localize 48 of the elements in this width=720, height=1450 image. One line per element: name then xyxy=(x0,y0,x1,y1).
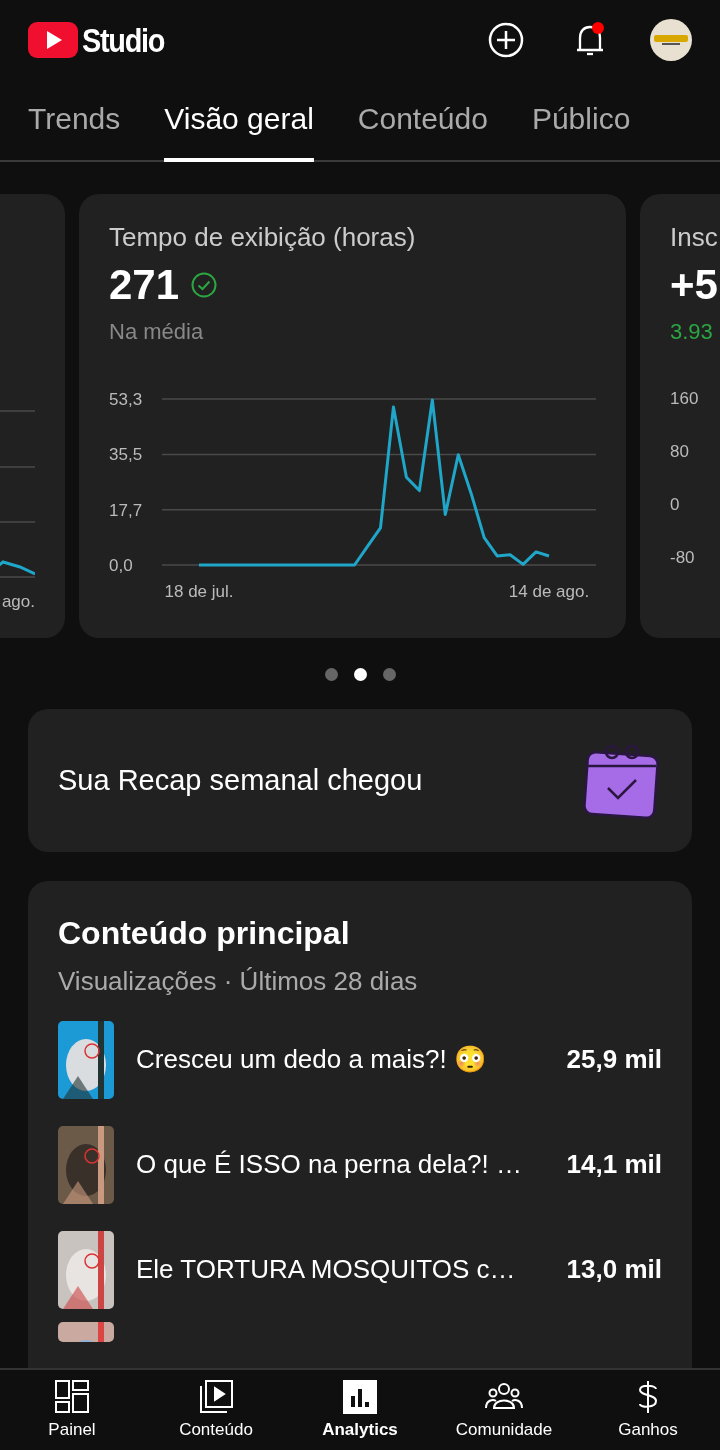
metric-card[interactable]: Tempo de exibição (horas) 271 Na média 0,0 17,7 35,5 53,3 18 de jul. 14 de ago. xyxy=(79,194,626,638)
y-axis-label: -80 xyxy=(670,548,696,568)
video-title[interactable]: O que É ISSO na perna dela?! … xyxy=(136,1149,545,1180)
section-title: Conteúdo principal xyxy=(58,915,351,952)
tab[interactable]: Trends xyxy=(28,80,121,162)
metric-status: Na média xyxy=(109,319,205,345)
nav-item[interactable]: Ganhos xyxy=(583,1370,713,1450)
y-axis-label: 35,5 xyxy=(109,445,143,465)
tab[interactable]: Visão geral xyxy=(164,80,314,162)
metric-value: 271 xyxy=(109,261,180,309)
nav-item[interactable]: Conteúdo xyxy=(151,1370,281,1450)
avatar[interactable] xyxy=(650,19,692,61)
nav-item[interactable]: Analytics xyxy=(295,1370,425,1450)
y-axis-label: 17,7 xyxy=(109,500,143,520)
view-count: 25,9 mil xyxy=(566,1044,662,1075)
view-count: 14,1 mil xyxy=(566,1149,662,1180)
metric-title: Tempo de exibição (horas) xyxy=(109,222,417,253)
logo-text: Studio xyxy=(82,20,165,60)
page-dot[interactable] xyxy=(324,668,338,681)
y-axis-label: 160 xyxy=(670,389,700,409)
y-axis-label: 80 xyxy=(670,442,690,462)
y-axis-label: 53,3 xyxy=(109,390,143,409)
page-dot[interactable] xyxy=(353,668,367,681)
analytics-icon xyxy=(340,1380,380,1414)
view-count: 13,0 mil xyxy=(566,1254,662,1285)
create-button[interactable] xyxy=(488,22,524,58)
nav-item[interactable]: Comunidade xyxy=(439,1370,569,1450)
y-axis-label: 0 xyxy=(670,495,681,515)
video-title[interactable]: Cresceu um dedo a mais?! 😳 xyxy=(136,1044,545,1075)
recap-card[interactable]: Sua Recap semanal chegou xyxy=(28,709,692,852)
tab[interactable]: Público xyxy=(531,80,631,162)
dashboard-icon xyxy=(52,1380,92,1414)
page-dot[interactable] xyxy=(382,668,396,681)
metric-change: 3.93 xyxy=(670,319,714,345)
metric-value: +5 xyxy=(670,261,718,309)
y-axis-label: 0,0 xyxy=(109,556,133,575)
metric-card[interactable]: ago. xyxy=(0,194,65,638)
video-title[interactable]: Ele TORTURA MOSQUITOS c… xyxy=(136,1254,545,1285)
section-subtitle: Visualizações · Últimos 28 dias xyxy=(58,966,419,997)
nav-item[interactable]: Painel xyxy=(7,1370,137,1450)
x-axis-label: ago. xyxy=(1,592,35,612)
tab[interactable]: Conteúdo xyxy=(357,80,488,162)
metric-card[interactable]: Insc +5 3.93 160 80 0 -80 xyxy=(640,194,720,638)
play-logo-icon xyxy=(28,22,78,58)
x-axis-label: 18 de jul. xyxy=(164,582,234,601)
check-circle-icon xyxy=(191,272,218,298)
x-axis-label: 14 de ago. xyxy=(508,582,590,601)
metric-title: Insc xyxy=(670,222,719,253)
